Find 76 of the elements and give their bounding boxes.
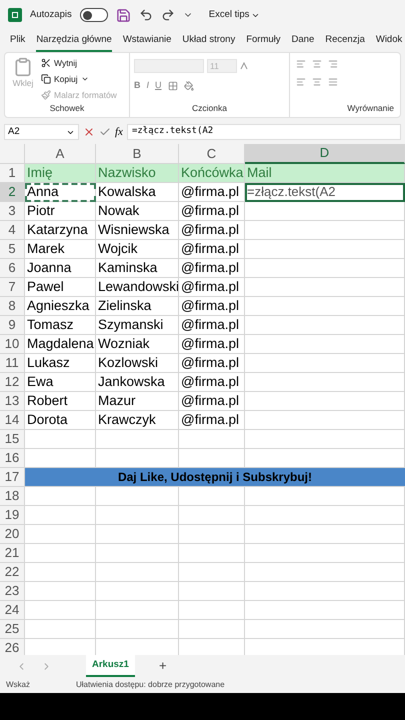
name-box[interactable]: A2 — [4, 124, 79, 140]
grow-font-icon[interactable] — [240, 62, 248, 70]
row-number[interactable]: 24 — [0, 601, 25, 620]
font-name-field[interactable] — [134, 59, 204, 73]
row-number[interactable]: 1 — [0, 164, 25, 183]
group-label: Czcionka — [191, 102, 228, 116]
ribbon-tab[interactable]: Plik — [10, 30, 26, 52]
ribbon-tab[interactable]: Recenzja — [325, 30, 365, 52]
row-number[interactable]: 22 — [0, 563, 25, 582]
scissors-icon — [41, 58, 51, 68]
enter-icon[interactable] — [99, 126, 111, 138]
app-logo-icon — [8, 8, 22, 22]
fill-color-icon[interactable] — [184, 80, 194, 91]
add-sheet-button[interactable]: + — [158, 656, 167, 676]
banner-cell: Daj Like, Udostępnij i Subskrybuj! — [25, 468, 405, 487]
insert-function-button[interactable]: fx — [115, 124, 123, 140]
ribbon-tab[interactable]: Wstawianie — [122, 30, 172, 52]
ribbon-tab[interactable]: Układ strony — [182, 30, 236, 52]
status-mode: Wskaż — [6, 679, 30, 691]
row-number[interactable]: 11 — [0, 354, 25, 373]
row-number[interactable]: 26 — [0, 639, 25, 655]
ribbon-tab[interactable]: Widok — [376, 30, 402, 52]
group-label: Schowek — [48, 102, 86, 116]
row-number[interactable]: 14 — [0, 411, 25, 430]
group-label: Wyrównanie — [346, 102, 394, 116]
row-number[interactable]: 9 — [0, 316, 25, 335]
clipboard-icon — [13, 57, 33, 77]
row-number[interactable]: 17 — [0, 468, 25, 487]
grid-cell[interactable]: Anna — [25, 183, 96, 202]
row-number[interactable]: 13 — [0, 392, 25, 411]
copy-icon — [41, 74, 51, 84]
cut-button[interactable]: Wytnij — [41, 57, 117, 70]
redo-icon[interactable] — [160, 8, 175, 22]
row-number[interactable]: 2 — [0, 183, 25, 202]
align-left-icon[interactable] — [296, 77, 306, 87]
bold-button[interactable]: B — [134, 79, 140, 92]
underline-button[interactable]: U — [155, 79, 162, 92]
row-number[interactable]: 5 — [0, 240, 25, 259]
align-middle-icon[interactable] — [312, 59, 322, 69]
row-number[interactable]: 8 — [0, 297, 25, 316]
undo-icon[interactable] — [138, 8, 153, 22]
column-heading[interactable]: Mail — [245, 164, 405, 183]
save-icon[interactable] — [116, 8, 131, 22]
row-number[interactable]: 4 — [0, 221, 25, 240]
sheet-tab[interactable]: Arkusz1 — [86, 655, 135, 677]
row-number[interactable]: 23 — [0, 582, 25, 601]
row-number[interactable]: 7 — [0, 278, 25, 297]
align-center-icon[interactable] — [312, 77, 322, 87]
row-number[interactable]: 16 — [0, 449, 25, 468]
row-number[interactable]: 19 — [0, 506, 25, 525]
row-number[interactable]: 6 — [0, 259, 25, 278]
column-header[interactable]: D — [245, 144, 405, 164]
copy-button[interactable]: Kopiuj — [41, 72, 117, 86]
ribbon-tab[interactable]: Dane — [292, 30, 314, 52]
align-top-icon[interactable] — [296, 59, 306, 69]
formula-field[interactable]: =złącz.tekst(A2 — [126, 124, 401, 140]
row-number[interactable]: 15 — [0, 430, 25, 449]
cancel-icon[interactable] — [83, 126, 95, 138]
row-number[interactable]: 3 — [0, 202, 25, 221]
align-bottom-icon[interactable] — [328, 59, 338, 69]
row-number[interactable]: 21 — [0, 544, 25, 563]
align-right-icon[interactable] — [328, 77, 338, 87]
cell-formula[interactable]: =złącz.tekst(A2 — [245, 183, 405, 202]
italic-button[interactable]: I — [146, 79, 150, 92]
row-number[interactable]: 20 — [0, 525, 25, 544]
borders-icon[interactable] — [168, 80, 178, 91]
row-number[interactable]: 25 — [0, 620, 25, 639]
paintbrush-icon — [41, 90, 51, 100]
row-number[interactable]: 12 — [0, 373, 25, 392]
accessibility-status[interactable]: Ułatwienia dostępu: dobrze przygotowane — [76, 679, 225, 691]
ribbon-tab[interactable]: Formuły — [246, 30, 281, 52]
row-number[interactable]: 10 — [0, 335, 25, 354]
row-number[interactable]: 18 — [0, 487, 25, 506]
file-name-button[interactable]: Excel tips — [208, 8, 260, 22]
autosave-label: Autozapis — [30, 8, 72, 22]
autosave-toggle[interactable] — [80, 8, 108, 22]
